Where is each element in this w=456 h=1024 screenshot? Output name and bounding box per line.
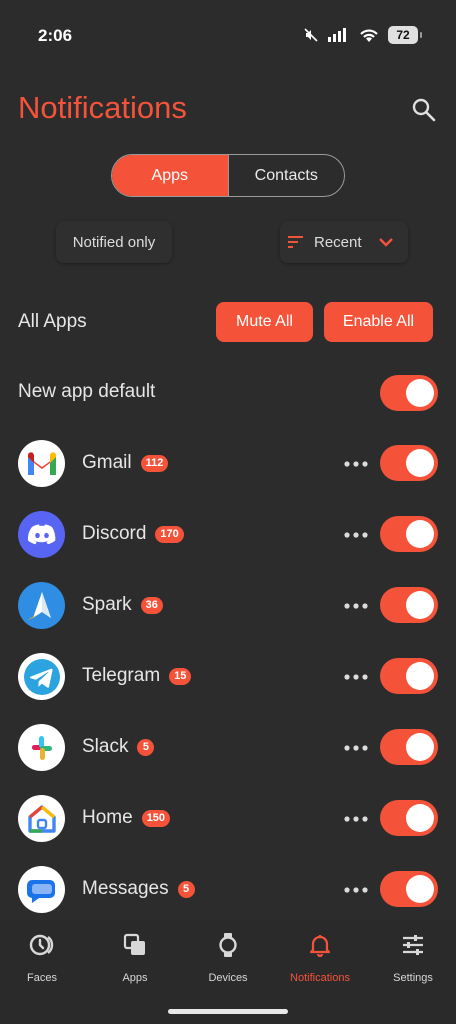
app-name-label: Gmail bbox=[82, 452, 132, 473]
notification-count-badge: 150 bbox=[141, 809, 171, 827]
sort-label: Recent bbox=[314, 233, 362, 251]
telegram-icon bbox=[18, 653, 65, 700]
new-app-default-label: New app default bbox=[18, 381, 156, 402]
more-options-icon[interactable] bbox=[343, 529, 369, 541]
nav-label: Faces bbox=[27, 972, 57, 984]
app-name-label: Slack bbox=[82, 736, 129, 757]
messages-icon bbox=[18, 866, 65, 913]
nav-label: Devices bbox=[208, 972, 248, 984]
more-options-icon[interactable] bbox=[343, 742, 369, 754]
nav-item-settings[interactable]: Settings bbox=[367, 932, 456, 984]
toggle-knob bbox=[406, 875, 434, 903]
app-name: Home 150 bbox=[82, 807, 171, 829]
nav-item-devices[interactable]: Devices bbox=[182, 932, 274, 984]
signal-icon bbox=[328, 28, 346, 42]
mute-all-button[interactable]: Mute All bbox=[216, 302, 313, 342]
tab-switcher: Apps Contacts bbox=[111, 154, 345, 197]
notification-count-badge: 112 bbox=[140, 454, 169, 472]
nav-item-apps[interactable]: Apps bbox=[89, 932, 181, 984]
app-name: Gmail 112 bbox=[82, 452, 169, 474]
nav-item-notifications[interactable]: Notifications bbox=[274, 932, 366, 984]
watch-icon bbox=[219, 933, 237, 957]
app-toggle[interactable] bbox=[380, 445, 438, 481]
slack-icon bbox=[18, 724, 65, 771]
app-row-messages: Messages 5 bbox=[0, 854, 456, 925]
notified-only-label: Notified only bbox=[72, 233, 156, 251]
toggle-knob bbox=[406, 520, 434, 548]
search-button[interactable] bbox=[410, 96, 438, 124]
apps-icon bbox=[123, 933, 145, 955]
toggle-knob bbox=[406, 591, 434, 619]
app-toggle[interactable] bbox=[380, 587, 438, 623]
app-name: Discord 170 bbox=[82, 523, 184, 545]
notification-count-badge: 5 bbox=[177, 880, 195, 898]
toggle-knob bbox=[406, 379, 434, 407]
new-app-default-toggle[interactable] bbox=[380, 375, 438, 411]
chevron-down-icon bbox=[378, 238, 393, 247]
notification-count-badge: 5 bbox=[137, 738, 155, 756]
notification-count-badge: 36 bbox=[140, 596, 163, 614]
app-row-slack: Slack 5 bbox=[0, 712, 456, 783]
app-toggle[interactable] bbox=[380, 729, 438, 765]
notified-only-filter[interactable]: Notified only bbox=[56, 221, 172, 263]
status-time: 2:06 bbox=[38, 26, 73, 45]
app-toggle[interactable] bbox=[380, 800, 438, 836]
page-title: Notifications bbox=[18, 90, 187, 125]
app-name-label: Discord bbox=[82, 523, 147, 544]
tab-contacts[interactable]: Contacts bbox=[227, 155, 345, 196]
battery-indicator: 72 bbox=[388, 26, 422, 44]
tab-apps[interactable]: Apps bbox=[112, 155, 228, 196]
search-icon bbox=[412, 98, 436, 122]
more-options-icon[interactable] bbox=[343, 813, 369, 825]
status-icons: 72 bbox=[303, 26, 422, 44]
nav-item-faces[interactable]: Faces bbox=[0, 932, 88, 984]
home-indicator[interactable] bbox=[168, 1009, 288, 1014]
mute-icon bbox=[304, 28, 318, 42]
spark-icon bbox=[18, 582, 65, 629]
app-toggle[interactable] bbox=[380, 871, 438, 907]
gmail-icon bbox=[18, 440, 65, 487]
sort-icon bbox=[288, 236, 303, 248]
app-toggle[interactable] bbox=[380, 658, 438, 694]
toggle-knob bbox=[406, 662, 434, 690]
faces-icon bbox=[29, 934, 54, 956]
more-options-icon[interactable] bbox=[343, 600, 369, 612]
app-row-gmail: Gmail 112 bbox=[0, 428, 456, 499]
app-toggle[interactable] bbox=[380, 516, 438, 552]
notification-count-badge: 170 bbox=[155, 525, 184, 543]
nav-label: Apps bbox=[122, 972, 148, 984]
nav-label: Settings bbox=[393, 972, 433, 984]
wifi-icon bbox=[360, 29, 378, 42]
notification-count-badge: 15 bbox=[169, 667, 192, 685]
app-name: Telegram 15 bbox=[82, 665, 192, 687]
bell-icon bbox=[309, 935, 331, 958]
app-name: Slack 5 bbox=[82, 736, 155, 758]
all-apps-label: All Apps bbox=[18, 311, 87, 332]
toggle-knob bbox=[406, 804, 434, 832]
sort-dropdown[interactable]: Recent bbox=[280, 221, 408, 263]
more-options-icon[interactable] bbox=[343, 671, 369, 683]
app-name-label: Messages bbox=[82, 878, 169, 899]
enable-all-button[interactable]: Enable All bbox=[324, 302, 433, 342]
home-icon bbox=[18, 795, 65, 842]
app-name-label: Telegram bbox=[82, 665, 161, 686]
toggle-knob bbox=[406, 733, 434, 761]
discord-icon bbox=[18, 511, 65, 558]
more-options-icon[interactable] bbox=[343, 458, 369, 470]
more-options-icon[interactable] bbox=[343, 884, 369, 896]
app-name: Spark 36 bbox=[82, 594, 163, 616]
sliders-icon bbox=[403, 935, 423, 955]
nav-label: Notifications bbox=[290, 972, 350, 984]
app-row-home: Home 150 bbox=[0, 783, 456, 854]
app-name: Messages 5 bbox=[82, 878, 195, 900]
toggle-knob bbox=[406, 449, 434, 477]
app-name-label: Spark bbox=[82, 594, 132, 615]
app-row-telegram: Telegram 15 bbox=[0, 641, 456, 712]
app-name-label: Home bbox=[82, 807, 133, 828]
app-row-spark: Spark 36 bbox=[0, 570, 456, 641]
status-bar: 2:06 72 bbox=[0, 0, 456, 72]
app-row-discord: Discord 170 bbox=[0, 499, 456, 570]
